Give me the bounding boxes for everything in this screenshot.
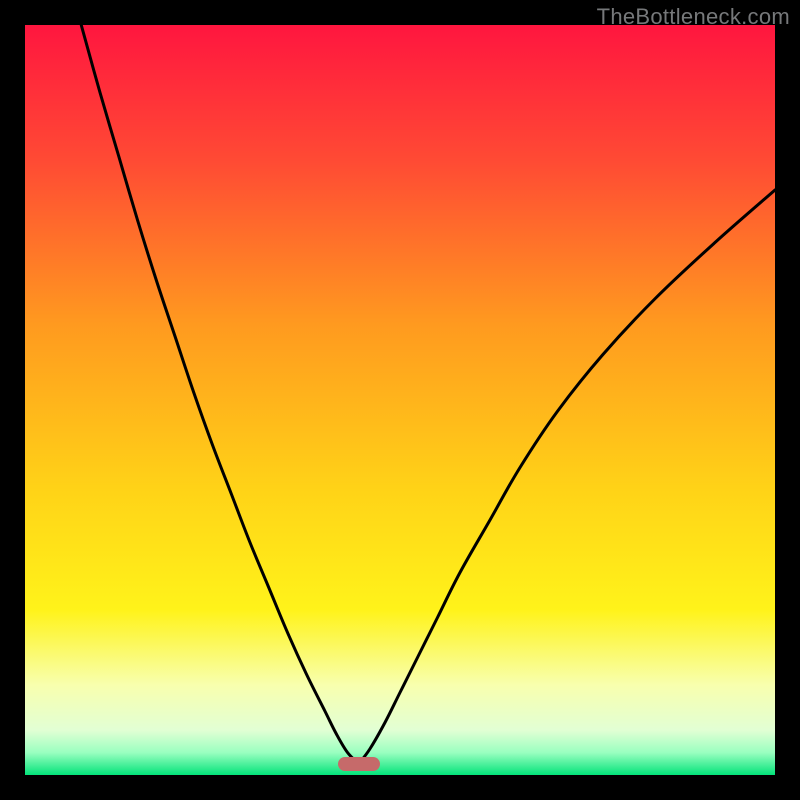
bottleneck-curves: [25, 25, 775, 775]
plot-area: [25, 25, 775, 775]
optimal-marker: [338, 757, 380, 771]
curve-left: [81, 25, 359, 764]
curve-right: [359, 190, 775, 764]
watermark-text: TheBottleneck.com: [597, 4, 790, 30]
chart-frame: TheBottleneck.com: [0, 0, 800, 800]
